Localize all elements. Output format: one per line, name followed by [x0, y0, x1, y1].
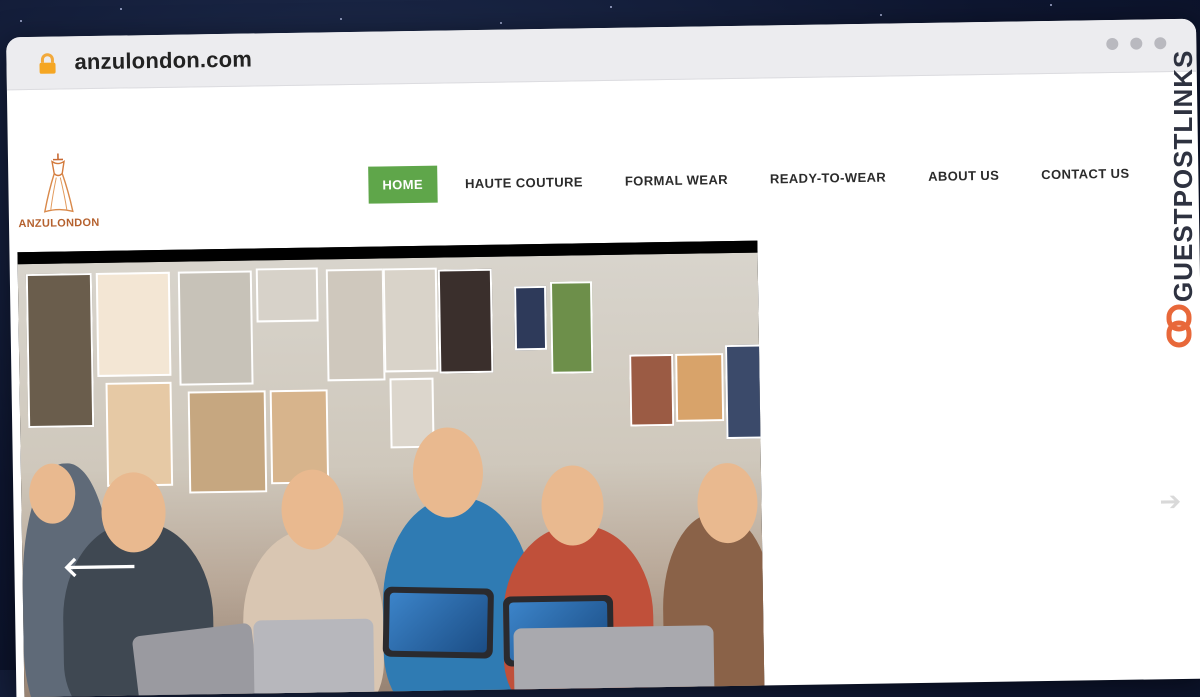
- wall-poster: [514, 285, 548, 351]
- site-logo[interactable]: ANZULONDON: [16, 151, 101, 230]
- window-control-dot[interactable]: [1106, 37, 1119, 51]
- wall-poster: [177, 270, 254, 386]
- hero-image: [17, 252, 765, 697]
- nav-contact-us[interactable]: CONTACT US: [1027, 154, 1144, 193]
- dress-logo-icon: [43, 153, 74, 213]
- wall-poster: [437, 268, 494, 374]
- tablet-device: [382, 586, 494, 659]
- website-viewport: ANZULONDON HOME HAUTE COUTURE FORMAL WEA…: [7, 72, 1200, 697]
- nav-home[interactable]: HOME: [368, 165, 438, 204]
- wall-poster: [187, 390, 268, 494]
- wall-poster: [382, 267, 439, 373]
- nav-formal-wear[interactable]: FORMAL WEAR: [611, 161, 743, 200]
- wall-poster: [105, 381, 174, 487]
- logo-text: ANZULONDON: [18, 216, 100, 231]
- tablet-device: [131, 622, 261, 697]
- window-controls: [1106, 37, 1167, 51]
- hero-slider: 🡐: [17, 240, 765, 697]
- wall-poster: [549, 281, 594, 374]
- slider-prev-arrow-icon[interactable]: 🡐: [62, 548, 138, 583]
- wall-poster: [325, 268, 386, 382]
- guestpostlinks-watermark: GUESTPOSTLINKS: [1158, 49, 1200, 352]
- nav-about-us[interactable]: ABOUT US: [914, 157, 1014, 196]
- tablet-device: [253, 618, 375, 697]
- window-control-dot[interactable]: [1154, 37, 1167, 50]
- browser-window: anzulondon.com ANZULONDON HOME HAUTE COU…: [6, 18, 1200, 697]
- chain-link-icon: [1166, 304, 1192, 348]
- wall-poster: [95, 271, 172, 377]
- wall-poster: [675, 353, 725, 422]
- window-control-dot[interactable]: [1130, 37, 1143, 50]
- laptop-device: [513, 625, 715, 697]
- wall-poster: [629, 353, 675, 427]
- address-bar-url[interactable]: anzulondon.com: [74, 46, 252, 75]
- wall-poster: [724, 344, 765, 440]
- slider-next-arrow-icon[interactable]: ➔: [1159, 487, 1181, 517]
- lock-icon: [39, 53, 56, 74]
- main-navigation: HOME HAUTE COUTURE FORMAL WEAR READY-TO-…: [368, 154, 1158, 204]
- wall-poster: [25, 273, 95, 429]
- nav-ready-to-wear[interactable]: READY-TO-WEAR: [756, 158, 901, 197]
- nav-haute-couture[interactable]: HAUTE COUTURE: [451, 163, 597, 202]
- wall-poster: [255, 267, 319, 323]
- watermark-text: GUESTPOSTLINKS: [1168, 49, 1198, 302]
